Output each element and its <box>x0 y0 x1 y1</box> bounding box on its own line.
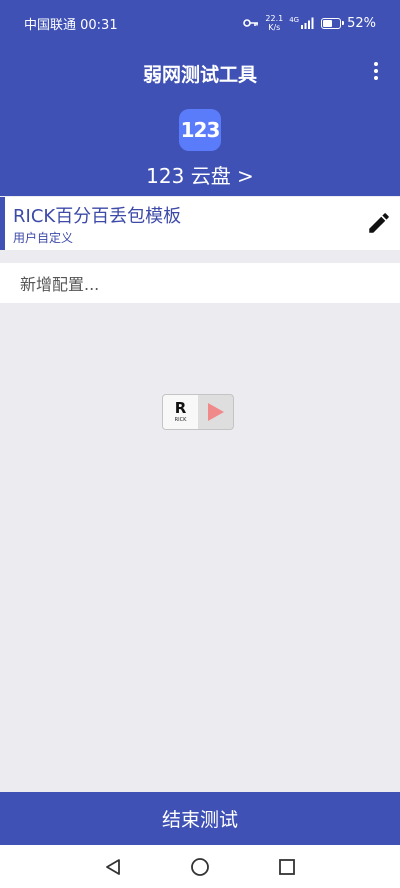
battery-icon <box>321 17 345 29</box>
signal-bars-icon <box>301 17 314 29</box>
status-icons: 22.1 K/s 4G 52% <box>243 14 376 32</box>
add-config-label: 新增配置... <box>20 275 100 294</box>
rick-logo-letter: R <box>174 399 187 417</box>
template-item[interactable]: RICK百分百丢包模板 用户自定义 <box>0 197 400 250</box>
app-header: 弱网测试工具 123 123 云盘 > <box>0 46 400 196</box>
battery-level <box>323 19 333 27</box>
more-vertical-icon[interactable] <box>368 60 384 82</box>
template-title: RICK百分百丢包模板 <box>13 206 182 227</box>
carrier-time: 中国联通 00:31 <box>24 17 118 33</box>
signal-type: 4G <box>289 16 300 24</box>
back-triangle-icon[interactable] <box>104 858 122 876</box>
template-subtitle: 用户自定义 <box>13 231 74 245</box>
recents-square-icon[interactable] <box>278 858 296 876</box>
battery-percent: 52% <box>347 15 376 31</box>
app-logo[interactable]: 123 <box>179 109 221 151</box>
floating-play-widget[interactable]: R RICK <box>162 394 234 430</box>
rick-logo-label: RICK <box>174 417 187 423</box>
net-speed: 22.1 K/s <box>265 14 284 32</box>
play-button[interactable] <box>198 395 233 429</box>
end-test-button[interactable]: 结束测试 <box>0 792 400 845</box>
status-bar: 中国联通 00:31 22.1 K/s 4G 52% <box>0 0 400 46</box>
play-icon <box>207 403 224 421</box>
home-circle-icon[interactable] <box>190 857 210 877</box>
page-title: 弱网测试工具 <box>142 64 257 86</box>
add-config-button[interactable]: 新增配置... <box>0 263 400 303</box>
key-icon <box>243 19 259 27</box>
pencil-icon[interactable] <box>366 210 392 236</box>
rick-logo: R RICK <box>163 395 198 429</box>
system-nav-bar <box>0 845 400 888</box>
selected-app-name[interactable]: 123 云盘 > <box>0 160 400 189</box>
